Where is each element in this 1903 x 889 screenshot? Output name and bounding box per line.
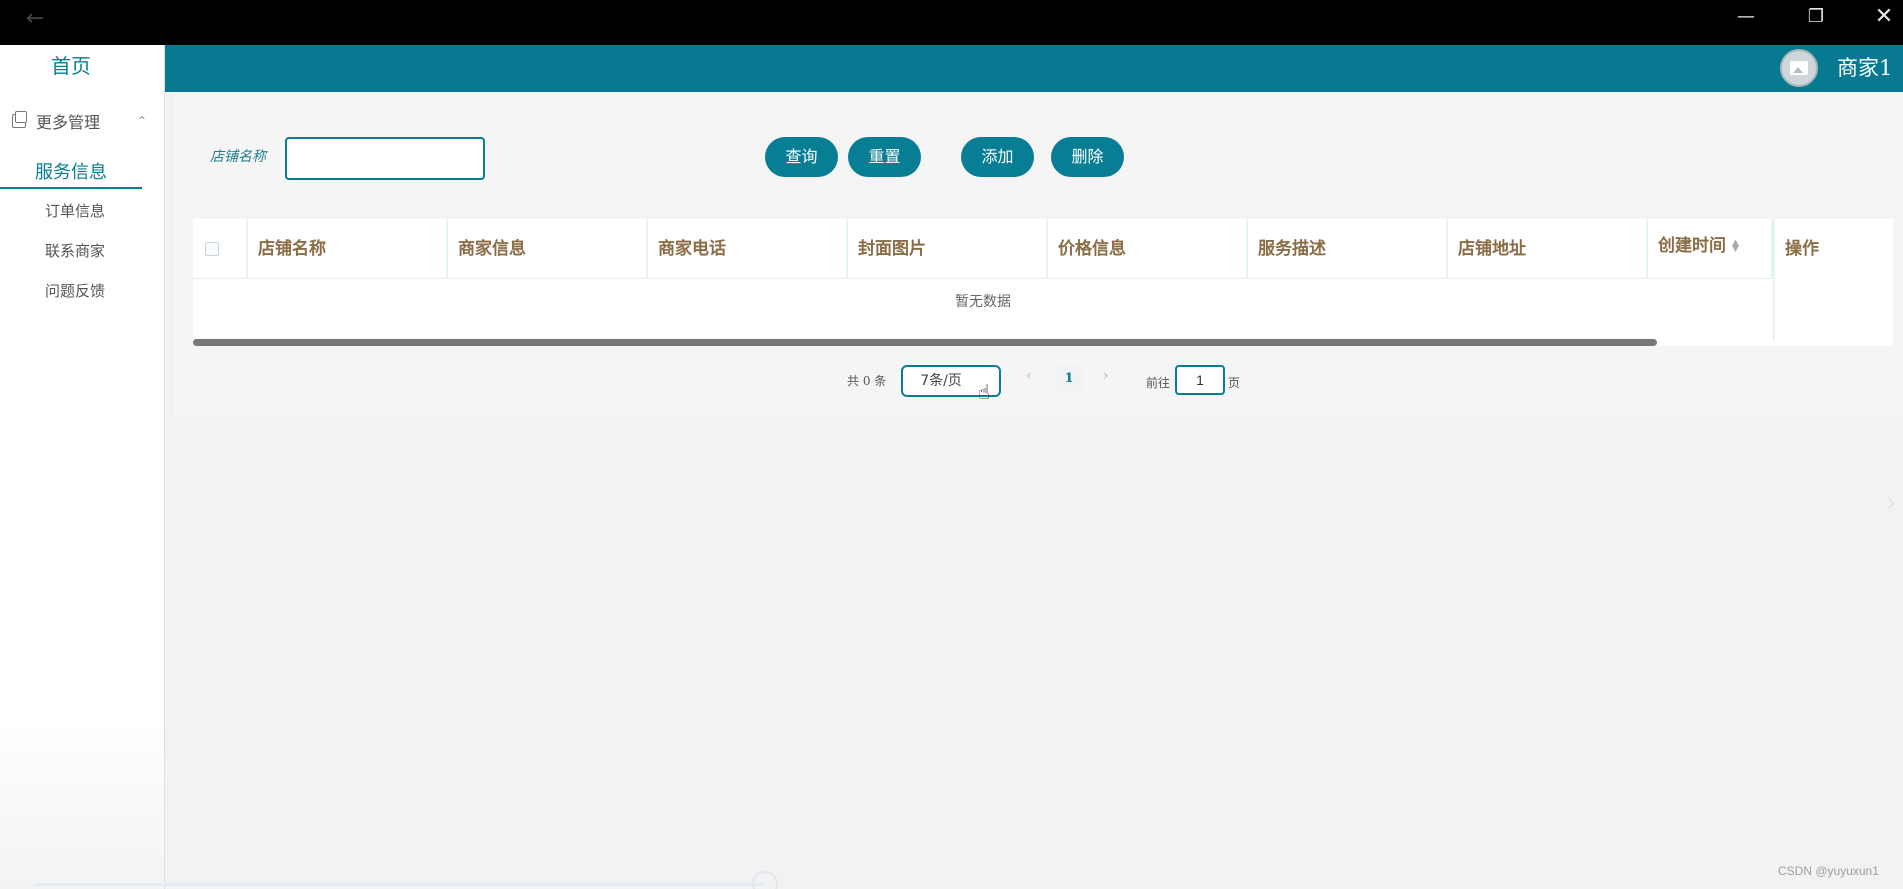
sidebar-group-label: 更多管理	[36, 113, 101, 132]
chevron-right-icon[interactable]: ›	[1886, 488, 1896, 518]
column-header-label: 创建时间	[1658, 236, 1726, 256]
restore-icon[interactable]: ❐	[1793, 2, 1839, 32]
sidebar-group-more-management[interactable]: 更多管理 ⌃	[12, 109, 147, 133]
pagination-total: 共 0 条	[847, 374, 887, 388]
bottom-slider-knob[interactable]	[752, 871, 778, 889]
column-header: 价格信息	[1048, 219, 1248, 279]
avatar[interactable]	[1780, 49, 1818, 87]
next-page-icon[interactable]: ›	[1103, 368, 1109, 384]
page-number[interactable]: 1	[1055, 366, 1083, 392]
chevron-up-icon: ⌃	[136, 114, 147, 128]
sidebar-item-contact-merchant[interactable]: 联系商家	[45, 240, 105, 261]
select-all-cell	[193, 219, 248, 279]
reset-button[interactable]: 重置	[848, 137, 921, 177]
data-table: 店铺名称 商家信息 商家电话 封面图片 价格信息 服务描述 店铺地址 创建时间 ▲…	[193, 219, 1893, 346]
hand-cursor-icon: ☝	[978, 380, 991, 404]
sidebar: 首页 更多管理 ⌃ 服务信息 订单信息 联系商家 问题反馈	[0, 45, 165, 889]
select-all-checkbox[interactable]	[205, 242, 219, 256]
add-button[interactable]: 添加	[961, 137, 1034, 177]
horizontal-scrollbar[interactable]	[193, 339, 1657, 346]
close-icon[interactable]: ✕	[1861, 2, 1903, 32]
sort-icon[interactable]: ▲ ▼	[1732, 239, 1739, 254]
sidebar-item-order-info[interactable]: 订单信息	[45, 200, 105, 221]
goto-page-input[interactable]	[1175, 365, 1225, 395]
sidebar-item-service-info[interactable]: 服务信息	[0, 157, 142, 189]
column-header: 服务描述	[1248, 219, 1448, 279]
actions-column-body	[1773, 279, 1893, 341]
column-header: 店铺地址	[1448, 219, 1648, 279]
minimize-icon[interactable]: —	[1723, 2, 1769, 32]
watermark: CSDN @yuyuxun1	[1778, 864, 1879, 878]
shop-name-input[interactable]	[285, 137, 485, 180]
sidebar-home[interactable]: 首页	[0, 50, 142, 79]
top-header: 商家1	[165, 45, 1903, 92]
arrow-left-icon[interactable]: ←	[26, 6, 44, 31]
prev-page-icon[interactable]: ‹	[1026, 368, 1032, 384]
image-icon	[1790, 61, 1808, 75]
column-header: 商家电话	[648, 219, 848, 279]
sidebar-item-feedback[interactable]: 问题反馈	[45, 280, 105, 301]
column-header-created-time[interactable]: 创建时间 ▲ ▼	[1648, 219, 1773, 279]
username[interactable]: 商家1	[1837, 52, 1892, 82]
copy-icon	[12, 111, 27, 128]
column-header: 店铺名称	[248, 219, 448, 279]
search-label: 店铺名称	[210, 149, 266, 165]
goto-label: 前往	[1146, 376, 1171, 390]
page-unit-label: 页	[1228, 376, 1241, 390]
table-header: 店铺名称 商家信息 商家电话 封面图片 价格信息 服务描述 店铺地址 创建时间 ▲…	[193, 219, 1893, 279]
bottom-slider-track[interactable]	[35, 883, 765, 886]
column-header: 商家信息	[448, 219, 648, 279]
window-titlebar: ← — ❐ ✕	[0, 0, 1903, 45]
column-header-actions: 操作	[1773, 219, 1893, 279]
delete-button[interactable]: 删除	[1051, 137, 1124, 177]
column-header: 封面图片	[848, 219, 1048, 279]
query-button[interactable]: 查询	[765, 137, 838, 177]
empty-state-text: 暂无数据	[955, 294, 1011, 310]
